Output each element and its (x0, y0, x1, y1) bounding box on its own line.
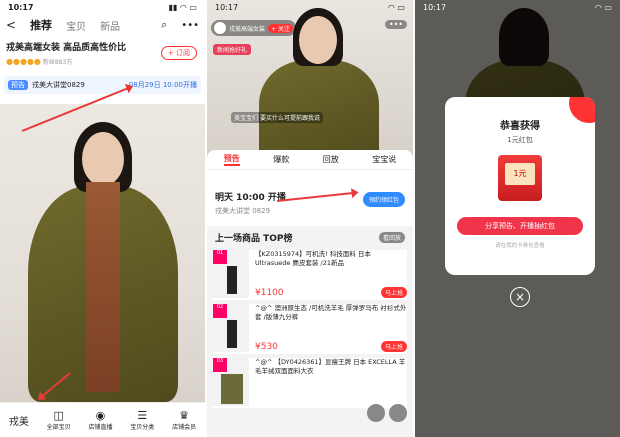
bottom-all-items[interactable]: ◫ 全部宝贝 (47, 409, 71, 431)
rank-badge: 03 (213, 358, 227, 372)
modal-title: 恭喜获得 (500, 121, 540, 132)
product-name: ^@^ 澳洲原生态 /可机洗羊毛 厚弹罗马布 衬衫式外套 /版薄九分裤 (255, 304, 407, 321)
notice-time: 08月29日 10:00开播 (128, 81, 197, 89)
reward-modal: 恭喜获得 1元红包 1元 分享预告、开播抽红包 请在我的卡券包查看 (445, 97, 595, 275)
modal-note: 请在我的卡券包查看 (495, 243, 545, 249)
close-icon[interactable]: × (510, 287, 530, 307)
preview-sheet: 预告 爆款 回放 宝宝说 明天 10:00 开播 戎美大讲堂 0829 预约领红… (207, 150, 413, 437)
search-icon[interactable]: ⌕ (161, 18, 167, 32)
modal-subtitle: 1元红包 (507, 136, 533, 144)
status-bar: 10:17 ◠ ▭ (207, 0, 413, 14)
tab-items[interactable]: 宝贝 (66, 18, 86, 33)
bottom-member[interactable]: ♛ 店铺会员 (172, 409, 196, 431)
list-icon: ☰ (137, 409, 148, 422)
bottom-logo[interactable]: 戎美 (9, 413, 29, 428)
action-buttons (367, 404, 407, 422)
more-menu-button[interactable]: ••• (384, 20, 407, 29)
signal-icons: ◠ ▭ (387, 2, 405, 12)
product-item[interactable]: 03 ^@^ 【DY0426361】显瘦王牌 日本 EXCELLA 羊毛羊绒双面面… (213, 358, 407, 408)
status-bar: 10:17 ▮▮ ◠ ▭ (0, 0, 205, 14)
live-subtitle: 戎美大讲堂 0829 (215, 207, 271, 215)
coupon-amount: 1元 (505, 163, 535, 185)
tab-preview[interactable]: 预告 (223, 153, 240, 166)
bottom-bar: 戎美 ◫ 全部宝贝 ◉ 店铺直播 ☰ 宝贝分类 ♛ 店铺会员 (0, 402, 205, 437)
status-bar: 10:17 ◠ ▭ (415, 0, 620, 14)
hero-image (0, 104, 205, 402)
chat-text: 要买什么可提前跟我说 (259, 115, 320, 122)
more-icon[interactable]: ••• (181, 20, 199, 31)
remind-button[interactable]: 预约领红包 (362, 192, 405, 207)
shop-nav: < 推荐 宝贝 新品 ⌕ ••• (0, 14, 205, 36)
bag-icon: ◫ (53, 409, 64, 422)
product-name: 【KZ0315974】可机洗! 科技面料 日本 Ultrasuede 麂皮套装 … (255, 250, 371, 267)
replay-button[interactable]: 看回放 (378, 231, 405, 243)
rating-icons: ●●●●● (6, 57, 41, 66)
anchor-name: 戎美高端女装 (229, 25, 266, 33)
tab-recommend[interactable]: 推荐 (30, 17, 52, 33)
chat-line: 美宝宝们 要买什么可提前跟我说 (231, 112, 323, 123)
scarf-shape (86, 182, 120, 392)
notice-host: 戎美大讲堂0829 (32, 81, 85, 89)
product-thumb: 01 (213, 250, 249, 298)
preview-tabs: 预告 爆款 回放 宝宝说 (207, 150, 413, 170)
gift-pill[interactable]: 新闻抢好礼 (213, 44, 252, 55)
chat-user: 美宝宝们 (234, 115, 259, 122)
shop-home-panel: 10:17 ▮▮ ◠ ▭ < 推荐 宝贝 新品 ⌕ ••• 戎美高端女装 高品质高… (0, 0, 205, 437)
anchor-avatar (214, 22, 226, 34)
red-packet-panel: 10:17 ◠ ▭ 恭喜获得 1元红包 1元 分享预告、开播抽红包 请在我的卡券包… (415, 0, 620, 437)
signal-icons: ◠ ▭ (594, 2, 612, 12)
product-thumb: 03 (213, 358, 249, 406)
top-list-title: 上一场商品 TOP榜 (215, 233, 293, 244)
share-icon[interactable] (367, 404, 385, 422)
top-list-header: 上一场商品 TOP榜 看回放 (207, 226, 413, 248)
share-lottery-button[interactable]: 分享预告、开播抽红包 (457, 217, 583, 235)
product-price: ¥1100 (255, 288, 284, 298)
tab-new[interactable]: 新品 (100, 18, 120, 33)
signal-icons: ▮▮ ◠ ▭ (168, 2, 197, 12)
tab-hot[interactable]: 爆款 (273, 154, 289, 165)
price-value: 530 (260, 342, 278, 352)
live-schedule: 明天 10:00 开播 戎美大讲堂 0829 (215, 190, 286, 216)
bottom-live[interactable]: ◉ 店铺直播 (88, 409, 112, 431)
product-price: ¥530 (255, 342, 278, 352)
product-item[interactable]: 02 ^@^ 澳洲原生态 /可机洗羊毛 厚弹罗马布 衬衫式外套 /版薄九分裤 ¥53… (213, 304, 407, 354)
anchor-card[interactable]: 戎美高端女装 + 关注 (211, 20, 296, 36)
follow-button[interactable]: + 订阅 (160, 46, 197, 60)
face-shape (82, 132, 124, 186)
product-item[interactable]: 01 【KZ0315974】可机洗! 科技面料 日本 Ultrasuede 麂皮套… (213, 250, 407, 300)
buy-button[interactable]: 马上抢 (380, 341, 407, 352)
face-shape (299, 16, 337, 64)
live-notice[interactable]: 预告 戎美大讲堂0829 08月29日 10:00开播 (4, 76, 201, 94)
product-thumb: 02 (213, 304, 249, 352)
coupon-card: 1元 (498, 155, 542, 201)
anchor-follow-button[interactable]: + 关注 (268, 23, 293, 33)
rank-badge: 01 (213, 250, 227, 264)
crown-icon: ♛ (179, 409, 189, 422)
status-time: 10:17 (423, 2, 447, 12)
live-icon: ◉ (95, 409, 106, 422)
fans-count: 粉丝883万 (42, 59, 73, 66)
product-name: ^@^ 【DY0426361】显瘦王牌 日本 EXCELLA 羊毛羊绒双面面料大… (255, 358, 406, 375)
bottom-category[interactable]: ☰ 宝贝分类 (130, 409, 154, 431)
tab-replay[interactable]: 回放 (323, 154, 339, 165)
forward-icon[interactable] (389, 404, 407, 422)
status-time: 10:17 (8, 2, 34, 12)
live-title: 明天 10:00 开播 (215, 193, 286, 203)
price-value: 1100 (260, 288, 284, 298)
live-preview-panel: 10:17 ◠ ▭ 戎美高端女装 + 关注 ••• 新闻抢好礼 美宝宝们 要买什么… (207, 0, 413, 437)
back-icon[interactable]: < (6, 18, 16, 32)
buy-button[interactable]: 马上抢 (380, 287, 407, 298)
rank-badge: 02 (213, 304, 227, 318)
notice-badge: 预告 (8, 80, 28, 90)
status-time: 10:17 (215, 2, 239, 12)
shop-header: 戎美高端女装 高品质高性价比 ●●●●● 粉丝883万 + 订阅 (6, 40, 199, 66)
tab-talk[interactable]: 宝宝说 (372, 154, 396, 165)
